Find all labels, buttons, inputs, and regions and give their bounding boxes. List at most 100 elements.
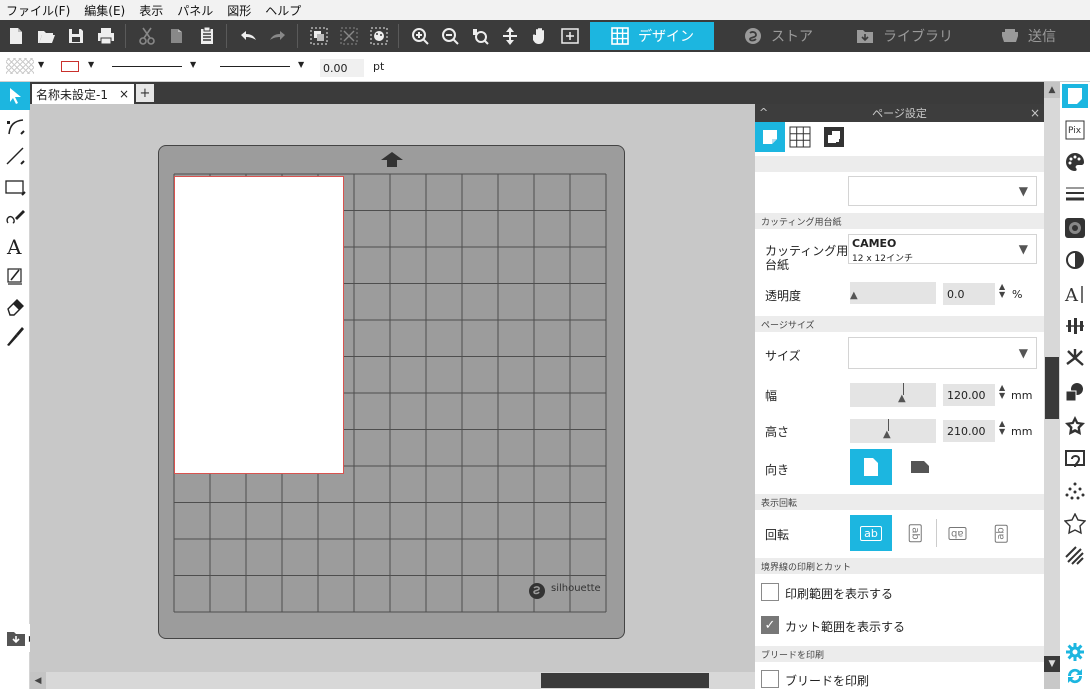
line-style-sample[interactable] [112,66,182,67]
line-weight-sample[interactable] [220,66,290,67]
collapse-panel-icon[interactable]: ^ [759,106,768,119]
pixscan-panel-button[interactable]: Pix [1063,118,1087,142]
fit-to-window-button[interactable] [556,22,584,50]
menu-help[interactable]: ヘルプ [265,2,301,19]
align-panel-button[interactable] [1063,314,1087,338]
compound-path-button[interactable] [365,22,393,50]
menu-panel[interactable]: パネル [177,2,213,19]
slider-handle-icon[interactable]: ▲ [883,429,891,440]
fit-to-page-button[interactable] [496,22,524,50]
ungroup-button[interactable] [335,22,363,50]
width-slider[interactable]: ▲ [850,383,936,407]
select-tool[interactable] [0,82,30,110]
cut-button[interactable] [133,22,161,50]
page-setup-subtab[interactable] [755,122,785,152]
open-button[interactable] [32,22,60,50]
line-style-dropdown-arrow[interactable]: ▼ [190,60,196,69]
page-area[interactable] [174,176,344,474]
text-tool[interactable]: A [0,232,30,260]
page-size-dropdown[interactable]: ▼ [848,337,1037,369]
line-weight-dropdown-arrow[interactable]: ▼ [298,60,304,69]
knife-tool[interactable] [0,322,30,350]
menu-file[interactable]: ファイル(F) [6,2,70,19]
freehand-tool[interactable] [0,202,30,230]
page-setup-panel-button[interactable] [1062,84,1088,108]
zoom-in-button[interactable] [406,22,434,50]
zoom-select-button[interactable] [466,22,494,50]
cutting-mat-dropdown[interactable]: CAMEO 12 x 12インチ ▼ [848,234,1037,264]
show-cut-label[interactable]: カット範囲を表示する [785,618,905,635]
scroll-down-icon[interactable]: ▼ [1044,656,1060,672]
pan-button[interactable] [526,22,554,50]
close-tab-icon[interactable]: × [119,87,129,101]
print-bleed-label[interactable]: ブリードを印刷 [785,672,869,689]
print-bleed-checkbox[interactable] [761,670,779,688]
line-width-input[interactable]: 0.00 [320,59,364,77]
line-tool[interactable] [0,142,30,170]
fill-pattern-dropdown-arrow[interactable]: ▼ [38,60,44,69]
scroll-left-icon[interactable]: ◀ [30,672,46,689]
transparency-panel-button[interactable] [1063,248,1087,272]
transparency-slider[interactable]: ▲ [850,282,936,304]
zoom-out-button[interactable] [436,22,464,50]
menu-view[interactable]: 表示 [139,2,163,19]
portrait-button[interactable] [850,449,892,485]
slider-handle-icon[interactable]: ▲ [850,290,858,301]
sketch-fill-panel-button[interactable] [1063,544,1087,568]
slider-handle-icon[interactable]: ▲ [898,393,906,404]
vertical-scrollbar[interactable]: ▲ ▼ [1044,82,1060,672]
edit-points-tool[interactable] [0,112,30,140]
tab-send[interactable]: 送信 [968,22,1088,50]
group-button[interactable] [305,22,333,50]
replicate-panel-button[interactable] [1063,346,1087,370]
vertical-scroll-thumb[interactable] [1045,357,1059,419]
tab-store[interactable]: ストア [716,22,840,50]
rhinestone-panel-button[interactable] [1063,480,1087,504]
modify-panel-button[interactable] [1063,380,1087,404]
rotate-90-button[interactable]: ab [899,515,931,551]
line-color-swatch[interactable] [61,61,79,72]
width-input[interactable]: 120.00 [943,384,995,406]
height-slider[interactable]: ▲ [850,419,936,443]
paste-button[interactable] [193,22,221,50]
line-color-dropdown-arrow[interactable]: ▼ [88,60,94,69]
text-style-panel-button[interactable]: A [1063,282,1087,306]
rectangle-tool[interactable] [0,172,30,200]
eraser-area-tool[interactable] [0,262,30,290]
show-cut-checkbox[interactable]: ✓ [761,616,779,634]
sketch-panel-button[interactable] [1063,216,1087,240]
fill-panel-button[interactable] [1063,150,1087,174]
add-tab-button[interactable]: + [136,84,154,102]
horizontal-scrollbar[interactable]: ◀ [30,672,755,689]
menu-shape[interactable]: 図形 [227,2,251,19]
horizontal-scroll-thumb[interactable] [541,673,709,688]
landscape-button[interactable] [899,449,941,485]
registration-marks-subtab[interactable] [823,126,847,150]
redo-button[interactable] [264,22,292,50]
height-input[interactable]: 210.00 [943,420,995,442]
library-shapes-panel-button[interactable] [1063,512,1087,536]
offset-panel-button[interactable] [1063,414,1087,438]
tab-library[interactable]: ライブラリ [842,22,966,50]
settings-button[interactable] [1063,640,1087,664]
copy-button[interactable] [163,22,191,50]
design-canvas[interactable]: silhouette [30,104,755,672]
eraser-tool[interactable] [0,292,30,320]
trace-panel-button[interactable] [1063,448,1087,472]
document-tab[interactable]: 名称未設定-1 × [32,84,134,104]
show-print-checkbox[interactable] [761,583,779,601]
cutter-model-dropdown[interactable]: ▼ [848,176,1037,206]
fill-pattern-swatch[interactable] [6,58,34,74]
sync-button[interactable] [1063,664,1087,688]
rotate-270-button[interactable]: ab [985,515,1017,551]
transparency-input[interactable]: 0.0 [943,283,995,305]
height-stepper[interactable]: ▲ ▼ [999,420,1005,436]
show-print-label[interactable]: 印刷範囲を表示する [785,585,893,602]
grid-subtab[interactable] [789,126,813,150]
rotate-180-button[interactable]: ab [941,515,973,551]
width-stepper[interactable]: ▲ ▼ [999,384,1005,400]
rotate-0-button[interactable]: ab [850,515,892,551]
transparency-stepper[interactable]: ▲ ▼ [999,283,1005,299]
scroll-up-icon[interactable]: ▲ [1044,82,1060,98]
undo-button[interactable] [234,22,262,50]
